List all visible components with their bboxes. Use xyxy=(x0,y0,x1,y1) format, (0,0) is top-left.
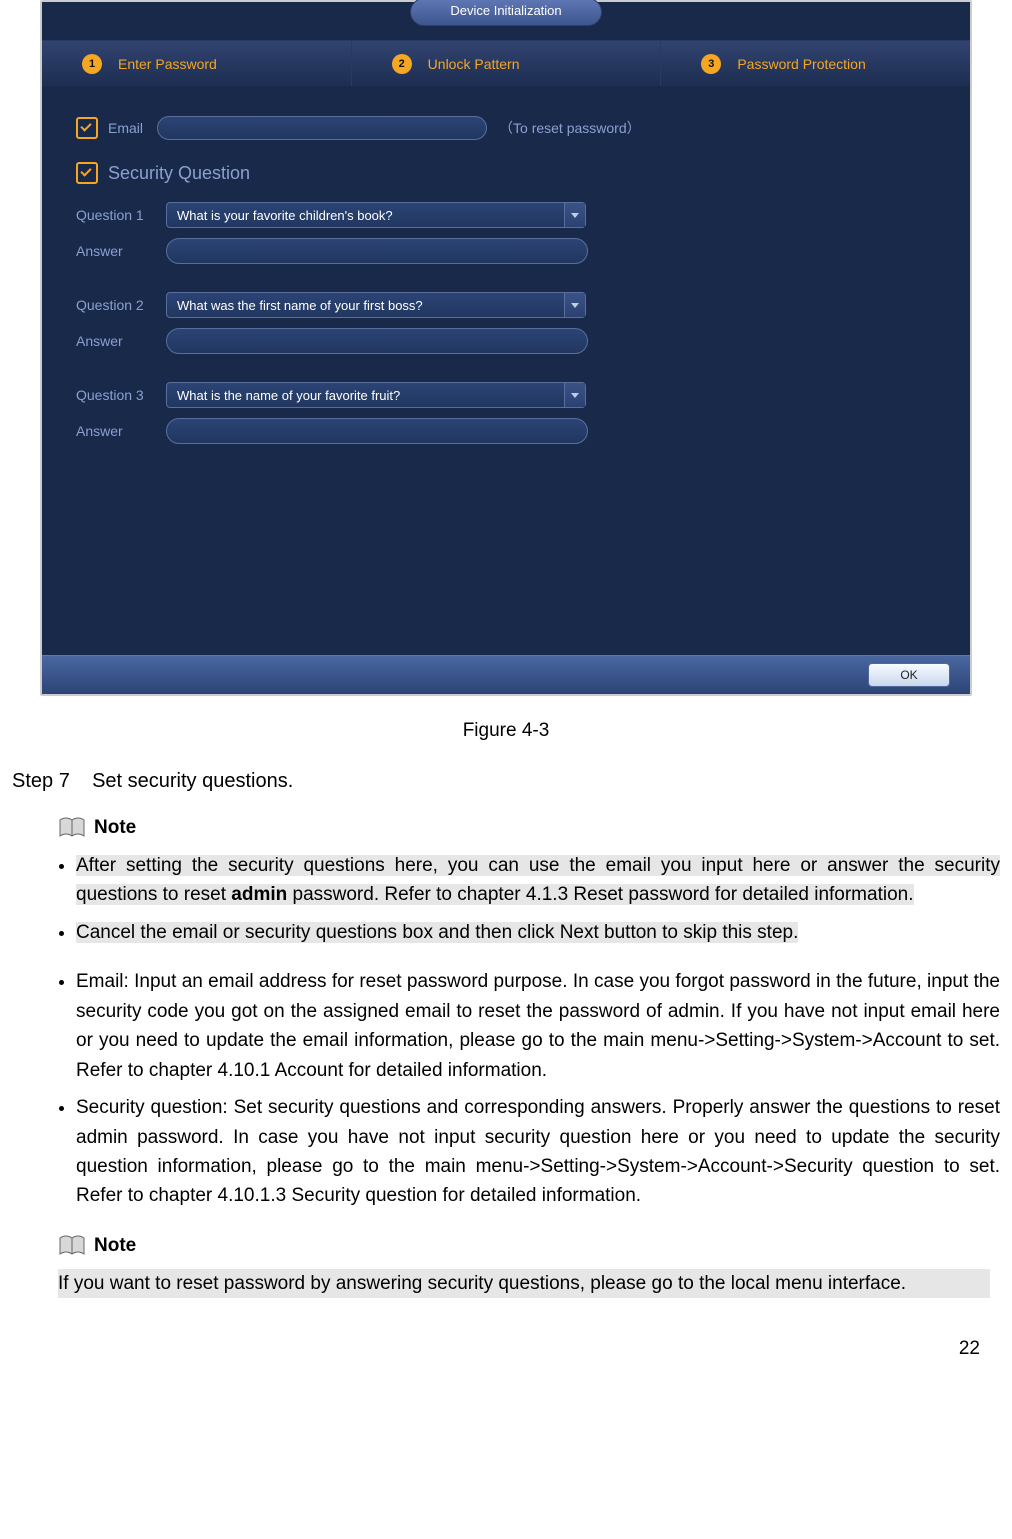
step-label: Unlock Pattern xyxy=(428,56,520,72)
window-title: Device Initialization xyxy=(410,0,602,26)
footer-bar: OK xyxy=(42,655,970,694)
chevron-down-icon xyxy=(564,293,585,317)
bullet-bold: admin xyxy=(231,884,287,905)
book-icon xyxy=(58,1235,86,1257)
question3-dropdown[interactable]: What is the name of your favorite fruit? xyxy=(166,382,586,408)
question1-dropdown[interactable]: What is your favorite children's book? xyxy=(166,202,586,228)
step-prefix: Step 7 xyxy=(12,770,70,792)
question2-value: What was the first name of your first bo… xyxy=(177,298,423,313)
answer2-label: Answer xyxy=(76,333,166,349)
list-item: Security question: Set security question… xyxy=(76,1093,1000,1211)
question2-dropdown[interactable]: What was the first name of your first bo… xyxy=(166,292,586,318)
answer1-label: Answer xyxy=(76,243,166,259)
figure-caption: Figure 4-3 xyxy=(12,720,1000,742)
list-item: After setting the security questions her… xyxy=(76,851,1000,910)
step-label: Password Protection xyxy=(737,56,865,72)
question1-value: What is your favorite children's book? xyxy=(177,208,393,223)
step-password-protection[interactable]: 3 Password Protection xyxy=(661,41,970,87)
question2-label: Question 2 xyxy=(76,297,166,313)
step-unlock-pattern[interactable]: 2 Unlock Pattern xyxy=(352,41,662,87)
email-field[interactable] xyxy=(157,116,487,140)
book-icon xyxy=(58,817,86,839)
answer3-input[interactable] xyxy=(166,418,588,444)
security-question-label: Security Question xyxy=(108,163,250,184)
bullet-text: password. Refer to chapter 4.1.3 Reset p… xyxy=(287,884,913,905)
list-item: Email: Input an email address for reset … xyxy=(76,967,1000,1085)
email-checkbox[interactable] xyxy=(76,117,98,139)
chevron-down-icon xyxy=(564,203,585,227)
note-heading: Note xyxy=(58,817,1000,839)
bullet-text: Cancel the email or security questions b… xyxy=(76,922,798,943)
step-enter-password[interactable]: 1 Enter Password xyxy=(42,41,352,87)
question1-label: Question 1 xyxy=(76,207,166,223)
answer1-input[interactable] xyxy=(166,238,588,264)
answer2-input[interactable] xyxy=(166,328,588,354)
answer3-label: Answer xyxy=(76,423,166,439)
note-label: Note xyxy=(94,1235,136,1257)
note-bullet-list-1: After setting the security questions her… xyxy=(12,851,1000,947)
step-label: Enter Password xyxy=(118,56,217,72)
chevron-down-icon xyxy=(564,383,585,407)
email-label: Email xyxy=(108,120,143,136)
list-item: Cancel the email or security questions b… xyxy=(76,918,1000,947)
step-line: Step 7 Set security questions. xyxy=(12,770,1000,793)
email-hint: （To reset password） xyxy=(499,118,641,138)
note-bullet-list-2: Email: Input an email address for reset … xyxy=(12,967,1000,1211)
note-body: If you want to reset password by answeri… xyxy=(58,1269,990,1298)
device-init-window: Device Initialization 1 Enter Password 2… xyxy=(40,0,972,696)
note-label: Note xyxy=(94,817,136,839)
ok-button[interactable]: OK xyxy=(868,663,950,687)
steps-bar: 1 Enter Password 2 Unlock Pattern 3 Pass… xyxy=(42,40,970,88)
window-body: Email （To reset password） Security Quest… xyxy=(42,86,970,656)
note-heading-2: Note xyxy=(58,1235,1000,1257)
step-number-icon: 1 xyxy=(82,54,102,74)
security-question-checkbox[interactable] xyxy=(76,162,98,184)
step-number-icon: 2 xyxy=(392,54,412,74)
question3-label: Question 3 xyxy=(76,387,166,403)
step-number-icon: 3 xyxy=(701,54,721,74)
question3-value: What is the name of your favorite fruit? xyxy=(177,388,400,403)
step-text: Set security questions. xyxy=(92,770,293,792)
page-number: 22 xyxy=(12,1338,1000,1360)
